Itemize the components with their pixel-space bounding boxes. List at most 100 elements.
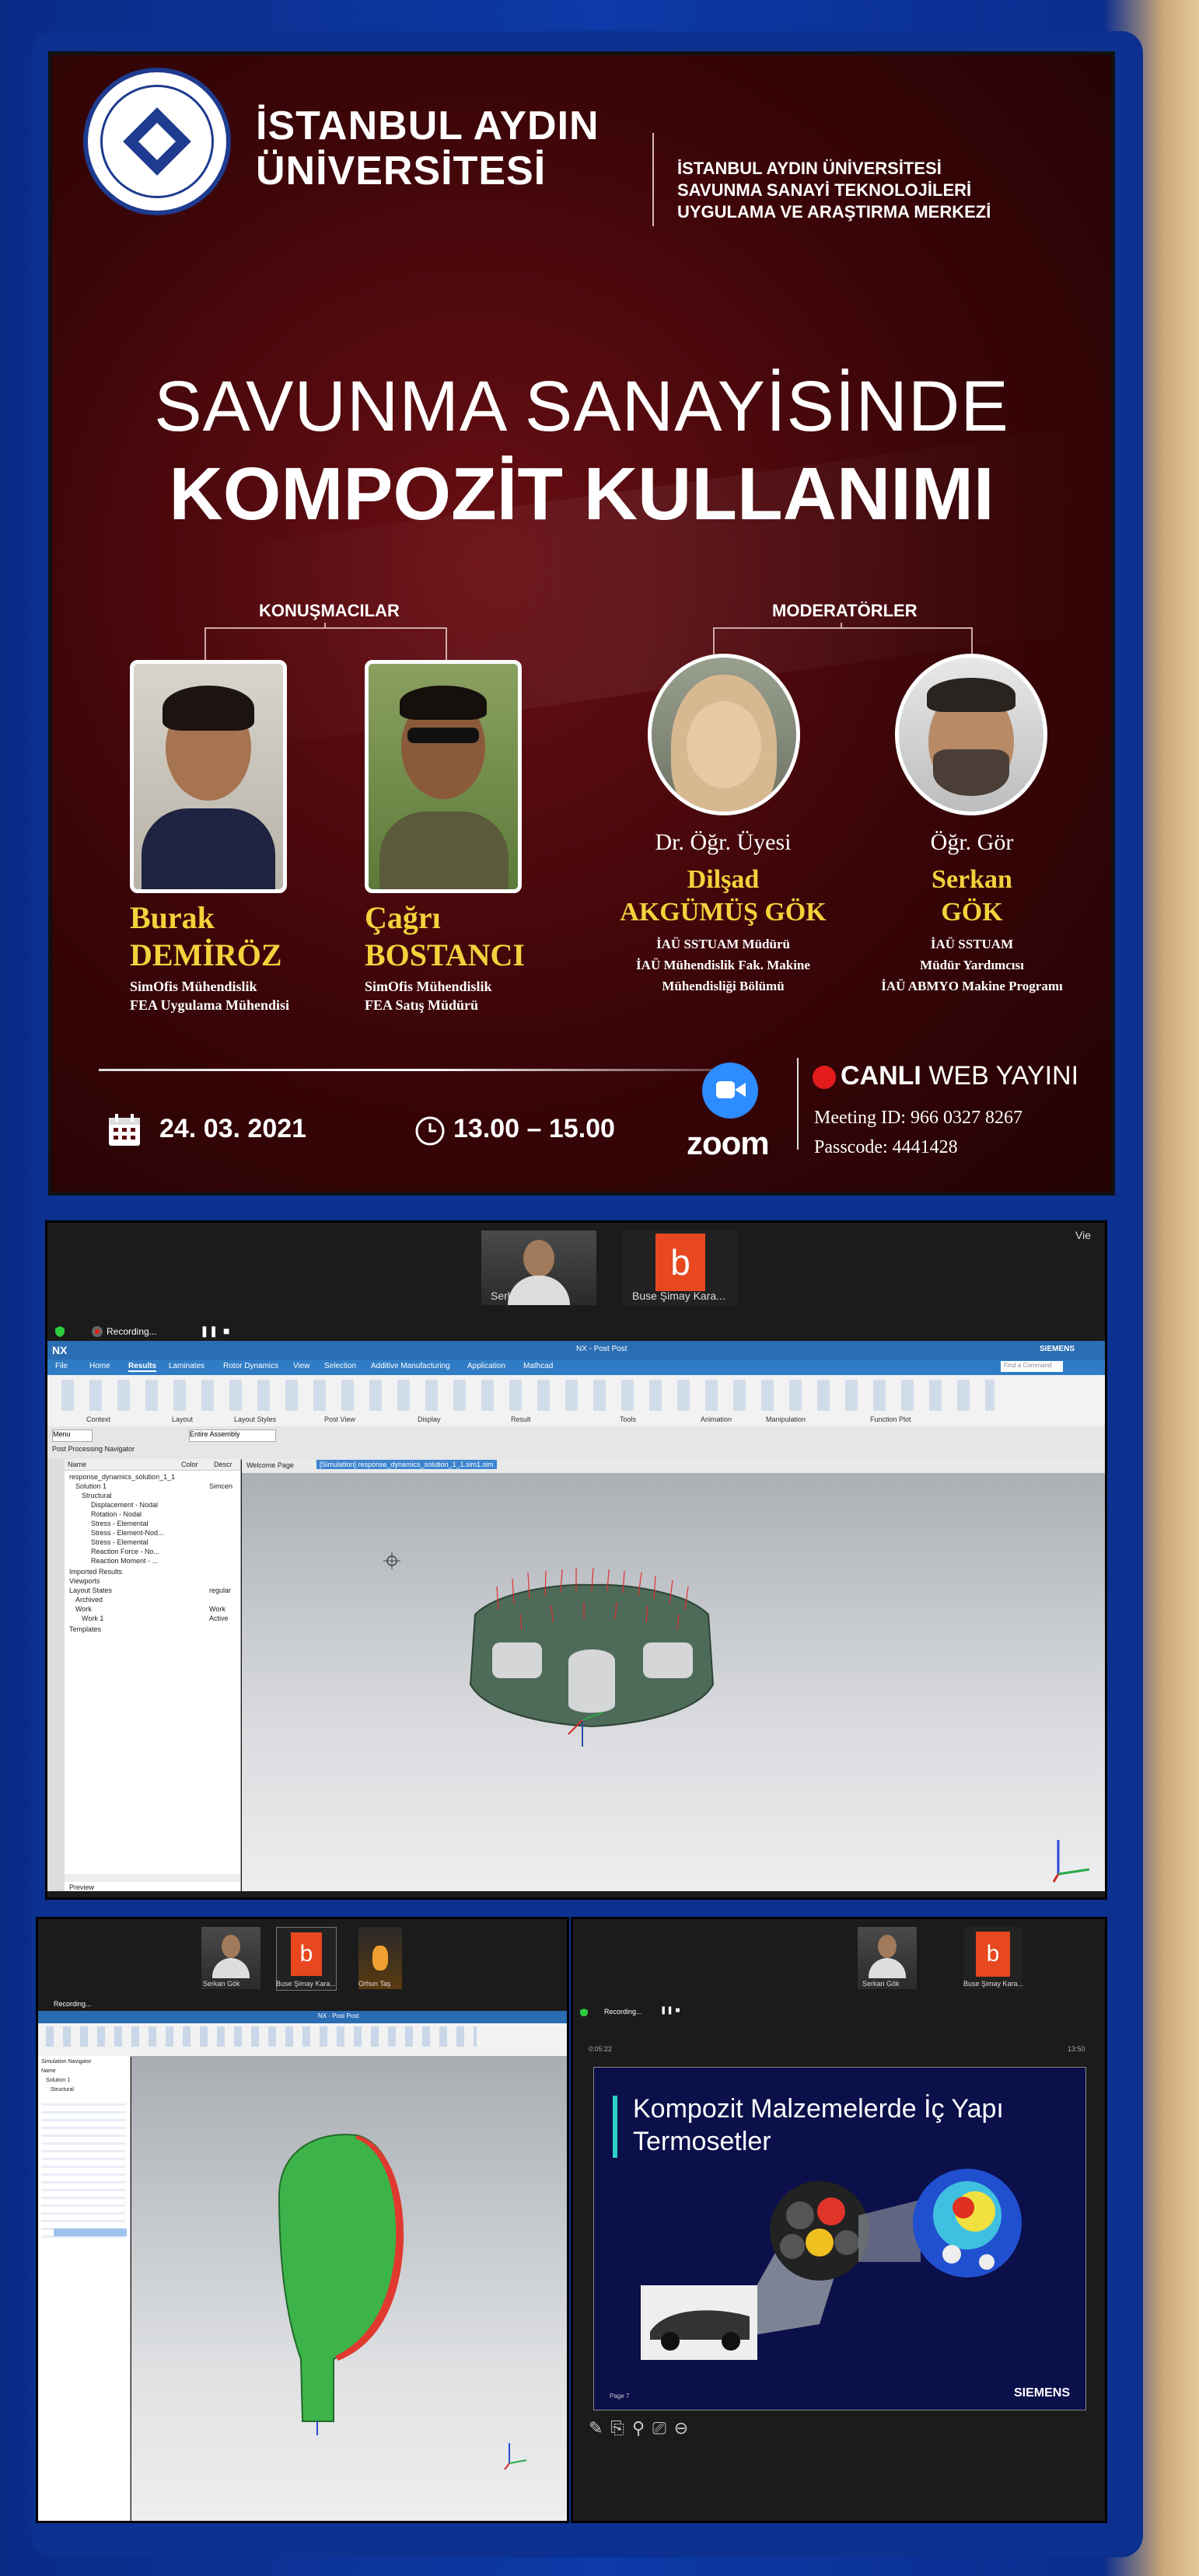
- tree-item[interactable]: Structural: [51, 2087, 74, 2093]
- moderator-name: Serkan GÖK: [932, 865, 1012, 927]
- tree-item[interactable]: Layout States: [69, 1586, 112, 1594]
- fea-model-view: [278, 2134, 404, 2435]
- total-time: 13:50: [1068, 2045, 1085, 2053]
- speaker-name: Burak DEMİRÖZ: [130, 900, 282, 972]
- clock-icon: [415, 1116, 445, 1146]
- zoom-logo-text: zoom: [687, 1125, 770, 1161]
- pause-recording-button[interactable]: ❚❚ ■: [660, 2006, 680, 2015]
- event-poster: İSTANBUL AYDIN ÜNİVERSİTESİ İSTANBUL AYD…: [48, 51, 1115, 1196]
- siemens-brand: SIEMENS: [1040, 1345, 1075, 1353]
- tab-mathcad[interactable]: Mathcad: [523, 1362, 553, 1370]
- moderator-affiliation: İAÜ SSTUAM Müdür Yardımcısı İAÜ ABMYO Ma…: [881, 937, 1063, 993]
- slide-page-number: Page 7: [610, 2393, 630, 2400]
- moderator-title: Öğr. Gör: [930, 829, 1014, 855]
- tree-item[interactable]: Viewports: [69, 1577, 100, 1585]
- shield-icon: [580, 2009, 588, 2016]
- tab-additive-manufacturing[interactable]: Additive Manufacturing: [371, 1362, 450, 1370]
- moderator-name: Dilşad AKGÜMÜŞ GÖK: [620, 865, 827, 927]
- welcome-page-tab[interactable]: Welcome Page: [246, 1461, 294, 1469]
- tab-application[interactable]: Application: [467, 1362, 505, 1370]
- divider-line: [99, 1069, 743, 1071]
- assembly-filter-dropdown[interactable]: Entire Assembly: [189, 1429, 276, 1442]
- nx-window-title: NX - Post Post: [576, 1345, 627, 1353]
- meeting-id: Meeting ID: 966 0327 8267: [814, 1108, 1022, 1128]
- tab-selection[interactable]: Selection: [324, 1362, 356, 1370]
- moderator-affiliation: İAÜ SSTUAM Müdürü İAÜ Mühendislik Fak. M…: [636, 937, 810, 993]
- university-name: İSTANBUL AYDIN ÜNİVERSİTESİ: [256, 103, 600, 194]
- pause-recording-button[interactable]: ❚❚: [200, 1325, 218, 1338]
- zoom-screenshare-nx: Serkan Gök b Buse Şimay Kara... Vie Reco…: [45, 1220, 1107, 1900]
- moderator-photo: [895, 654, 1047, 815]
- tree-item[interactable]: Reaction Force - No...: [91, 1548, 159, 1555]
- tab-laminates[interactable]: Laminates: [169, 1362, 204, 1370]
- university-logo: [83, 68, 231, 215]
- participant-name: Buse Şimay Kara...: [276, 1980, 337, 1988]
- post-processing-navigator: Name Color Descr response_dynamics_solut…: [65, 1459, 241, 1891]
- nx-ribbon: Context Layout Layout Styles Post View D…: [47, 1375, 1105, 1427]
- navigator-title: Post Processing Navigator: [52, 1445, 135, 1453]
- view-button[interactable]: Vie: [1075, 1229, 1091, 1241]
- presentation-slide: Kompozit Malzemelerde İç Yapı Termosetle…: [593, 2067, 1086, 2410]
- poster-title-line1: SAVUNMA SANAYİSİNDE: [154, 367, 1009, 446]
- nx-menu-tabs: File Home Results Laminates Rotor Dynami…: [47, 1360, 1105, 1375]
- moderators-label: MODERATÖRLER: [772, 601, 918, 620]
- preview-section[interactable]: Preview: [69, 1883, 94, 1891]
- shield-icon: [55, 1326, 65, 1337]
- speakers-label: KONUŞMACILAR: [259, 601, 400, 620]
- participant-name: Buse Şimay Kara...: [963, 1980, 1024, 1988]
- nx-titlebar: NX - Post Post: [38, 2011, 567, 2023]
- tab-results[interactable]: Results: [128, 1362, 157, 1372]
- tree-item[interactable]: Solution 1: [46, 2078, 70, 2083]
- tab-home[interactable]: Home: [89, 1362, 110, 1370]
- tab-file[interactable]: File: [55, 1362, 68, 1370]
- resource-bar[interactable]: [47, 1459, 65, 1891]
- ribbon-command-icons[interactable]: [54, 1380, 995, 1411]
- nx-ribbon[interactable]: [38, 2023, 567, 2057]
- tab-rotor-dynamics[interactable]: Rotor Dynamics: [223, 1362, 278, 1370]
- tree-item[interactable]: response_dynamics_solution_1_1: [69, 1473, 175, 1481]
- coordinate-triad-icon: [504, 2443, 527, 2470]
- graphics-window[interactable]: Welcome Page [Simulation] response_dynam…: [242, 1459, 1105, 1891]
- nx-titlebar: NX NX - Post Post SIEMENS: [47, 1341, 1105, 1360]
- recording-bar: Recording...: [38, 1998, 567, 2011]
- tree-item[interactable]: Templates: [69, 1625, 101, 1633]
- event-date: 24. 03. 2021: [159, 1114, 307, 1143]
- elapsed-time: 0:05:22: [589, 2045, 613, 2053]
- passcode: Passcode: 4441428: [814, 1137, 958, 1157]
- tree-item[interactable]: Imported Results: [69, 1568, 122, 1576]
- tree-item[interactable]: Structural: [82, 1492, 112, 1499]
- simulation-tab[interactable]: [Simulation] response_dynamics_solution_…: [316, 1460, 497, 1469]
- selected-tree-item[interactable]: [54, 2229, 127, 2236]
- zoom-screenshare-nx-2: Serkan Gök b Buse Şimay Kara... Orhun Ta…: [36, 1917, 569, 2523]
- tree-item[interactable]: Work 1: [82, 1614, 103, 1622]
- tree-item[interactable]: Rotation - Nodal: [91, 1510, 142, 1518]
- tree-item[interactable]: Work: [75, 1605, 92, 1613]
- zoom-icon: [702, 1063, 758, 1119]
- tree-item[interactable]: Stress - Elemental: [91, 1520, 149, 1527]
- stop-recording-button[interactable]: ■: [223, 1325, 229, 1337]
- coordinate-triad-icon: [1052, 1840, 1090, 1883]
- graphics-window[interactable]: [131, 2056, 567, 2521]
- tree-item[interactable]: Stress - Element-Nod...: [91, 1529, 164, 1537]
- recording-bar: Recording... ❚❚ ■: [573, 2006, 1105, 2020]
- horizontal-scrollbar[interactable]: [65, 1874, 240, 1882]
- command-search-input[interactable]: Find a Command: [1001, 1361, 1063, 1372]
- composite-structure-illustration: [641, 2169, 1022, 2360]
- tree-item[interactable]: Archived: [75, 1596, 103, 1604]
- speaker-affiliation: SimOfis Mühendislik FEA Satış Müdürü: [365, 979, 492, 1013]
- tree-item[interactable]: Displacement - Nodal: [91, 1501, 158, 1509]
- crosshair-icon: [383, 1552, 400, 1569]
- menu-dropdown[interactable]: Menu: [52, 1429, 93, 1442]
- live-dot-icon: [813, 1066, 836, 1089]
- slide-title: Kompozit Malzemelerde İç Yapı Termosetle…: [633, 2094, 1004, 2156]
- tab-view[interactable]: View: [293, 1362, 310, 1370]
- live-broadcast-label: CANLI WEB YAYINI: [841, 1061, 1079, 1091]
- participant-name: Serkan Gök: [203, 1980, 240, 1988]
- tree-item[interactable]: Solution 1: [75, 1482, 107, 1490]
- record-icon: [92, 1326, 103, 1337]
- tree-item[interactable]: Stress - Elemental: [91, 1538, 149, 1546]
- presenter-toolbar[interactable]: ✎⎘⚲⎚⊖: [589, 2418, 696, 2438]
- tree-item[interactable]: Reaction Moment - ...: [91, 1557, 158, 1565]
- poster-title-line2: KOMPOZİT KULLANIMI: [169, 452, 995, 536]
- calendar-icon: [109, 1114, 140, 1146]
